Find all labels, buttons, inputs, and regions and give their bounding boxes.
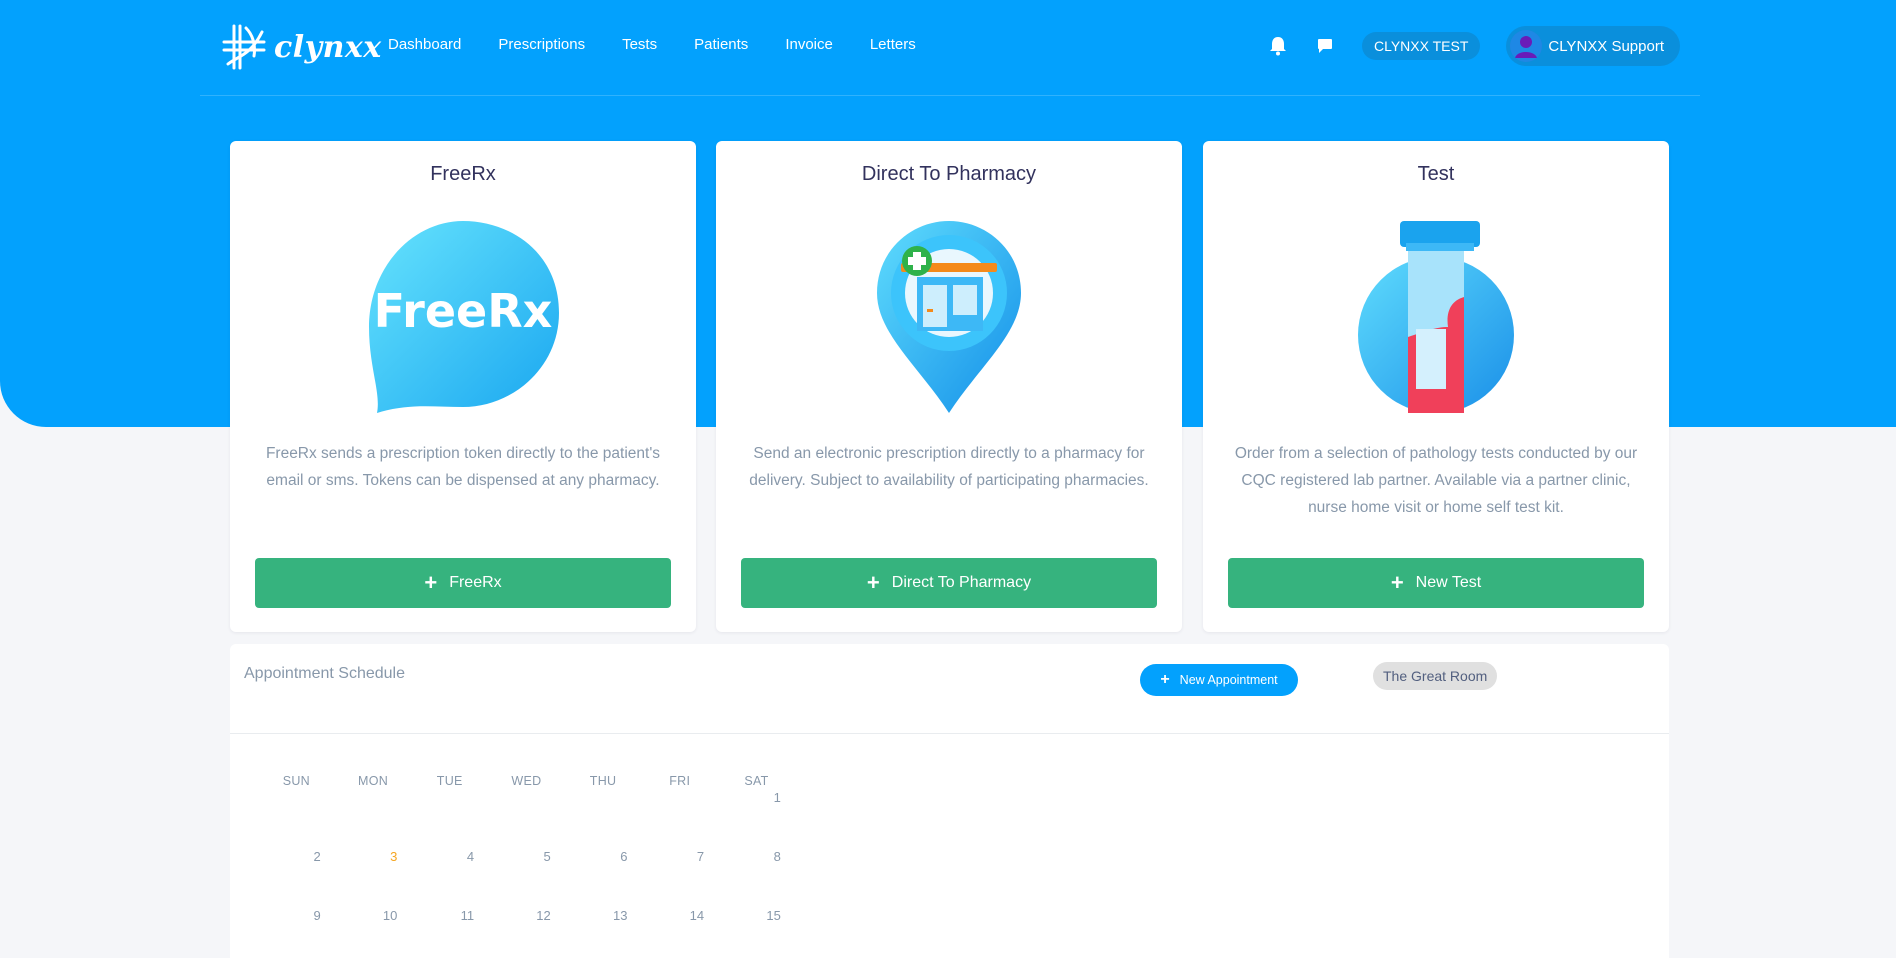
bell-icon (1269, 37, 1286, 56)
plus-icon: + (866, 570, 880, 595)
notifications-button[interactable] (1268, 36, 1288, 56)
card-description: Send an electronic prescription directly… (749, 445, 1149, 489)
calendar-day[interactable]: 4 (411, 831, 488, 890)
calendar-day[interactable]: 12 (488, 890, 565, 949)
chat-icon (1317, 39, 1332, 53)
plus-icon: + (1160, 671, 1170, 688)
card-description: FreeRx sends a prescription token direct… (265, 445, 661, 489)
nav-right: CLYNXX TEST CLYNXX Support (1268, 26, 1680, 66)
nav-prescriptions[interactable]: Prescriptions (498, 36, 585, 53)
avatar (1510, 30, 1543, 62)
organization-selector[interactable]: CLYNXX TEST (1361, 32, 1481, 60)
freerx-button[interactable]: + FreeRx (255, 558, 671, 608)
user-icon (1510, 30, 1543, 62)
test-illustration (1203, 217, 1669, 417)
logo-cross-icon (222, 24, 266, 70)
schedule-header: Appointment Schedule + New Appointment T… (230, 644, 1669, 734)
user-menu[interactable]: CLYNXX Support (1506, 26, 1680, 66)
freerx-card: FreeRx FreeRx FreeRx sends a prescriptio… (230, 141, 696, 632)
appointment-schedule: Appointment Schedule + New Appointment T… (230, 644, 1669, 958)
calendar-day[interactable]: 10 (335, 890, 412, 949)
top-navbar: clynxx Dashboard Prescriptions Tests Pat… (200, 0, 1700, 96)
calendar-day[interactable]: 2 (258, 831, 335, 890)
schedule-title: Appointment Schedule (244, 665, 405, 682)
calendar-day[interactable]: 11 (411, 890, 488, 949)
card-title: Direct To Pharmacy (861, 163, 1037, 185)
calendar-empty-cell (335, 772, 412, 831)
calendar-empty-cell (565, 772, 642, 831)
calendar-week: 1 (258, 772, 795, 831)
direct-to-pharmacy-button[interactable]: + Direct To Pharmacy (741, 558, 1157, 608)
direct-to-pharmacy-card: Direct To Pharmacy Send an electronic pr… (716, 141, 1182, 632)
card-description: Order from a selection of pathology test… (1234, 445, 1638, 516)
button-label: Direct To Pharmacy (891, 574, 1032, 591)
test-tube-icon (1358, 221, 1514, 413)
button-label: New Test (1415, 574, 1482, 591)
new-appointment-button[interactable]: + New Appointment (1140, 664, 1298, 696)
test-card: Test Order from a selection of pathology… (1203, 141, 1669, 632)
user-name: CLYNXX Support (1548, 37, 1664, 55)
freerx-bubble-icon: FreeRx (369, 221, 559, 413)
plus-icon: + (424, 570, 438, 595)
calendar-day[interactable]: 13 (565, 890, 642, 949)
calendar-day[interactable]: 9 (258, 890, 335, 949)
main-nav: Dashboard Prescriptions Tests Patients I… (388, 36, 953, 53)
messages-button[interactable] (1315, 36, 1335, 56)
calendar-day[interactable]: 6 (565, 831, 642, 890)
nav-invoice[interactable]: Invoice (785, 36, 833, 53)
calendar-day[interactable]: 8 (718, 831, 795, 890)
calendar-day[interactable]: 3 (335, 831, 412, 890)
room-selector[interactable]: The Great Room (1373, 662, 1498, 690)
button-label: New Appointment (1179, 673, 1278, 687)
calendar-empty-cell (411, 772, 488, 831)
freerx-image-text: FreeRx (374, 284, 553, 338)
button-label: FreeRx (449, 574, 502, 591)
logo-text: clynxx (274, 29, 382, 65)
pharmacy-illustration (716, 217, 1182, 417)
calendar-week: 2345678 (258, 831, 795, 890)
calendar-empty-cell (488, 772, 565, 831)
nav-letters[interactable]: Letters (870, 36, 916, 53)
calendar-body: 1 2 3 4 5 6 7 8 9 10 11 12 13 14 15 (258, 772, 795, 949)
calendar-day[interactable]: 7 (641, 831, 718, 890)
new-test-button[interactable]: + New Test (1228, 558, 1644, 608)
calendar-empty-cell (641, 772, 718, 831)
calendar-empty-cell (258, 772, 335, 831)
calendar-day[interactable]: 14 (641, 890, 718, 949)
nav-patients[interactable]: Patients (694, 36, 748, 53)
nav-tests[interactable]: Tests (622, 36, 657, 53)
calendar-day[interactable]: 15 (718, 890, 795, 949)
calendar: SUN MON TUE WED THU FRI SAT 1 2 3 4 5 6 7 8 9 10 11 12 13 1… (258, 774, 795, 949)
calendar-week: 9 10 11 12 13 14 15 (258, 890, 795, 949)
nav-dashboard[interactable]: Dashboard (388, 36, 461, 53)
freerx-illustration: FreeRx (230, 217, 696, 417)
card-title: Test (1417, 163, 1455, 185)
plus-icon: + (1390, 570, 1404, 595)
calendar-day[interactable]: 5 (488, 831, 565, 890)
calendar-day[interactable]: 1 (718, 772, 795, 831)
card-title: FreeRx (430, 163, 496, 185)
pharmacy-pin-icon (877, 221, 1021, 413)
logo[interactable]: clynxx (220, 22, 382, 72)
